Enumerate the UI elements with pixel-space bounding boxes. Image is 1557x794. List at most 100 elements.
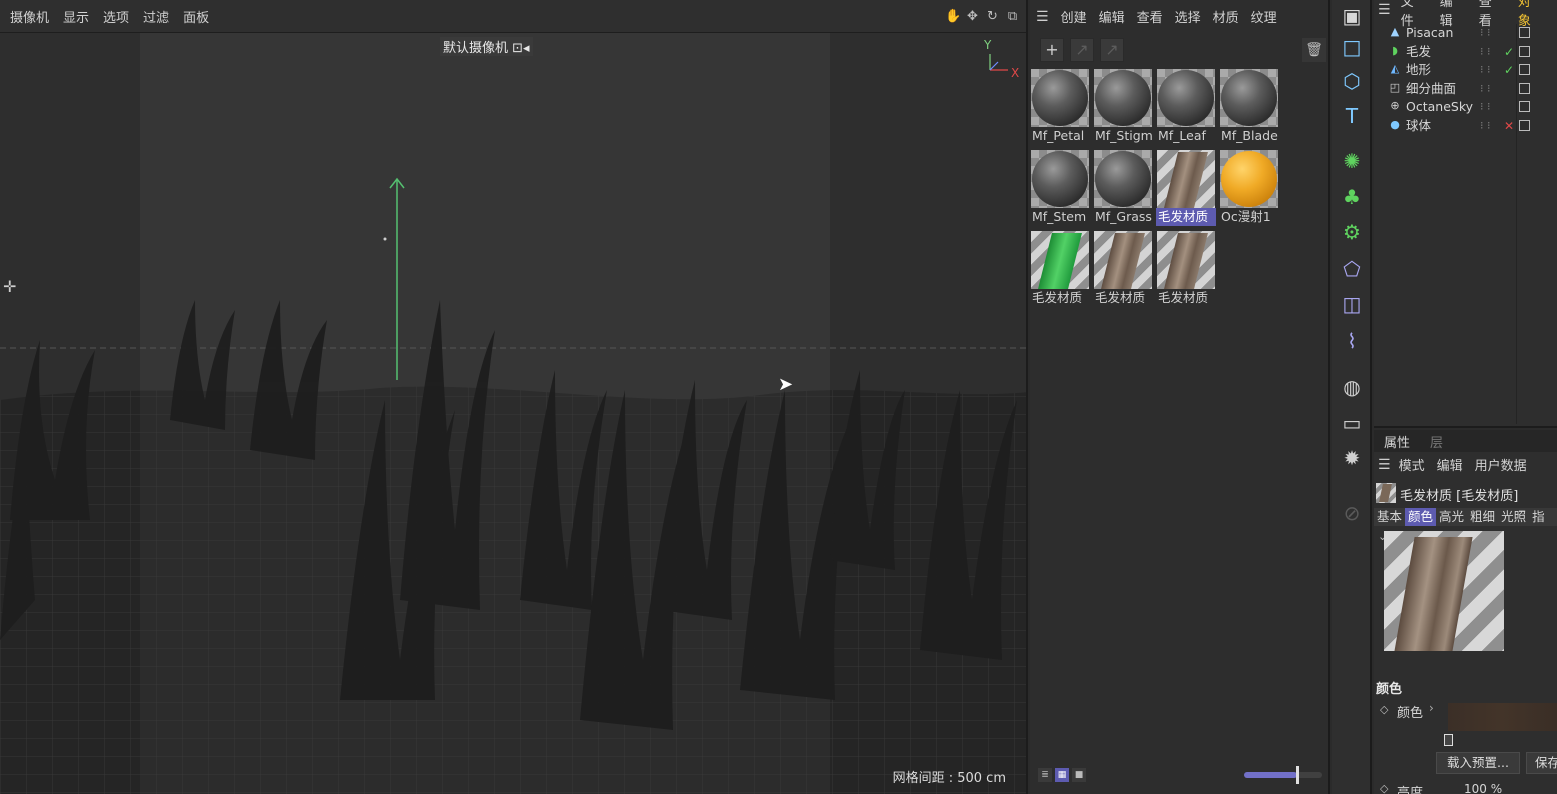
keyframe-diamond-icon[interactable]: ◇	[1380, 703, 1388, 716]
material-menu-create[interactable]: 创建	[1061, 7, 1087, 26]
channel-tab-thickness[interactable]: 粗细	[1467, 508, 1498, 526]
visibility-dots-icon[interactable]: ⁝ ⁝	[1480, 117, 1491, 135]
hand-pan-icon[interactable]: ✋	[945, 9, 961, 24]
enable-toggle[interactable]: ✓	[1504, 43, 1514, 61]
material-thumbnail	[1031, 150, 1089, 208]
brightness-value[interactable]: 100 %	[1464, 782, 1502, 794]
array-icon[interactable]: ♣	[1336, 181, 1368, 213]
visibility-dots-icon[interactable]: ⁝ ⁝	[1480, 80, 1491, 98]
enable-toggle[interactable]: ✕	[1504, 117, 1514, 135]
tag-icon[interactable]	[1519, 46, 1530, 57]
environment-globe-icon[interactable]: ◍	[1336, 371, 1368, 403]
nurbs-icon[interactable]: ✺	[1336, 145, 1368, 177]
material-item[interactable]: Mf_Blade	[1219, 69, 1279, 147]
move-crosshair-icon[interactable]: ✛	[3, 277, 16, 296]
arrow-up-right-alt-icon[interactable]: ↗	[1100, 38, 1124, 62]
channel-tab-more[interactable]: 指	[1529, 508, 1548, 526]
list-view-icon[interactable]: ≣	[1038, 768, 1052, 782]
channel-tab-illumination[interactable]: 光照	[1498, 508, 1529, 526]
maximize-icon[interactable]: ⧉	[1005, 9, 1020, 24]
material-item[interactable]: Mf_Leaf	[1156, 69, 1216, 147]
attribute-menu-userdata[interactable]: 用户数据	[1475, 455, 1527, 474]
tag-icon[interactable]	[1519, 83, 1530, 94]
object-row[interactable]: ◰ 细分曲面 ⁝ ⁝	[1374, 80, 1557, 98]
material-menu-view[interactable]: 查看	[1137, 7, 1163, 26]
viewport-panel[interactable]: 摄像机 显示 选项 过滤 面板 ✋ ✥ ↻ ⧉ 默认摄像机 ⊡◂ Y X ✛ ➤…	[0, 0, 1028, 794]
material-item[interactable]: Oc漫射1	[1219, 150, 1279, 228]
hamburger-menu-icon[interactable]: ☰	[1036, 9, 1049, 25]
render-view-icon[interactable]: ▣	[1336, 0, 1368, 32]
object-row[interactable]: ● 球体 ⁝ ⁝ ✕	[1374, 117, 1557, 135]
arrow-up-right-icon[interactable]: ↗	[1070, 38, 1094, 62]
light-bulb-icon[interactable]: ✹	[1336, 442, 1368, 474]
object-row[interactable]: ◗ 毛发 ⁝ ⁝ ✓	[1374, 43, 1557, 61]
gradient-knob[interactable]	[1444, 734, 1453, 746]
material-item[interactable]: Mf_Petal	[1030, 69, 1090, 147]
enable-toggle[interactable]: ✓	[1504, 61, 1514, 79]
thumbnail-zoom-slider[interactable]	[1244, 766, 1322, 784]
visibility-dots-icon[interactable]: ⁝ ⁝	[1480, 98, 1491, 116]
object-row[interactable]: ▲ Pisacan ⁝ ⁝	[1374, 24, 1557, 42]
viewport-menu-panel[interactable]: 面板	[183, 7, 209, 26]
material-item[interactable]: Mf_Grass	[1093, 150, 1153, 228]
material-menu-material[interactable]: 材质	[1213, 7, 1239, 26]
material-item[interactable]: 毛发材质	[1093, 231, 1153, 309]
hamburger-menu-icon[interactable]: ☰	[1378, 2, 1391, 18]
tag-icon[interactable]	[1519, 101, 1530, 112]
material-menu-select[interactable]: 选择	[1175, 7, 1201, 26]
material-item[interactable]: 毛发材质	[1156, 231, 1216, 309]
cube-icon[interactable]: ⬡	[1336, 65, 1368, 97]
material-menu-texture[interactable]: 纹理	[1251, 7, 1277, 26]
viewport-menu-options[interactable]: 选项	[103, 7, 129, 26]
gear-deformer-icon[interactable]: ⚙	[1336, 216, 1368, 248]
hamburger-menu-icon[interactable]: ☰	[1378, 457, 1391, 473]
material-item[interactable]: Mf_Stigm	[1093, 69, 1153, 147]
tag-icon[interactable]	[1519, 27, 1530, 38]
thumbnail-zoom-handle[interactable]	[1296, 766, 1300, 784]
visibility-dots-icon[interactable]: ⁝ ⁝	[1480, 43, 1491, 61]
tab-layers[interactable]: 层	[1420, 432, 1453, 451]
channel-tab-specular[interactable]: 高光	[1436, 508, 1467, 526]
material-preview[interactable]	[1384, 531, 1504, 651]
tab-attributes[interactable]: 属性	[1374, 432, 1420, 451]
color-swatch[interactable]	[1448, 703, 1557, 731]
square-icon[interactable]: □	[1336, 31, 1368, 63]
object-row[interactable]: ◭ 地形 ⁝ ⁝ ✓	[1374, 61, 1557, 79]
object-name: 球体	[1406, 118, 1432, 133]
spline-pen-icon[interactable]: ⌇	[1336, 325, 1368, 357]
load-preset-button[interactable]: 载入预置...	[1436, 752, 1520, 774]
material-item[interactable]: 毛发材质	[1030, 231, 1090, 309]
chevron-right-icon[interactable]: ›	[1429, 701, 1434, 715]
channel-tab-basic[interactable]: 基本	[1374, 508, 1405, 526]
tag-icon[interactable]	[1519, 120, 1530, 131]
tag-icon[interactable]	[1519, 64, 1530, 75]
scene-box-icon[interactable]: ◫	[1336, 288, 1368, 320]
object-row[interactable]: ⊕ OctaneSky ⁝ ⁝	[1374, 98, 1557, 116]
attribute-menu-mode[interactable]: 模式	[1399, 455, 1425, 474]
channel-tab-color[interactable]: 颜色	[1405, 508, 1437, 526]
viewport-menu-camera[interactable]: 摄像机	[10, 7, 49, 26]
material-item[interactable]: Mf_Stem	[1030, 150, 1090, 228]
material-item-selected[interactable]: 毛发材质	[1156, 150, 1216, 228]
large-view-icon[interactable]: ■	[1072, 768, 1086, 782]
camera-label[interactable]: 默认摄像机 ⊡◂	[440, 37, 533, 56]
disabled-tool-icon[interactable]: ⊘	[1336, 497, 1368, 529]
rotate-icon[interactable]: ↻	[985, 9, 1000, 24]
visibility-dots-icon[interactable]: ⁝ ⁝	[1480, 61, 1491, 79]
move-arrows-icon[interactable]: ✥	[965, 9, 980, 24]
grid-view-icon[interactable]: ▦	[1055, 768, 1069, 782]
deformer-icon[interactable]: ⬠	[1336, 253, 1368, 285]
attribute-tabs: 属性 层	[1374, 430, 1557, 452]
viewport-menu-display[interactable]: 显示	[63, 7, 89, 26]
add-material-icon[interactable]: +	[1040, 38, 1064, 62]
viewport-menu-filter[interactable]: 过滤	[143, 7, 169, 26]
camera-icon[interactable]: ▭	[1336, 407, 1368, 439]
attribute-menu-edit[interactable]: 编辑	[1437, 455, 1463, 474]
viewport-scene[interactable]	[0, 33, 1028, 794]
keyframe-diamond-icon[interactable]: ◇	[1380, 782, 1388, 794]
trash-icon[interactable]: 🗑	[1302, 38, 1326, 62]
visibility-dots-icon[interactable]: ⁝ ⁝	[1480, 24, 1491, 42]
save-preset-button[interactable]: 保存	[1526, 752, 1557, 774]
material-menu-edit[interactable]: 编辑	[1099, 7, 1125, 26]
text-icon[interactable]: T	[1336, 100, 1368, 132]
